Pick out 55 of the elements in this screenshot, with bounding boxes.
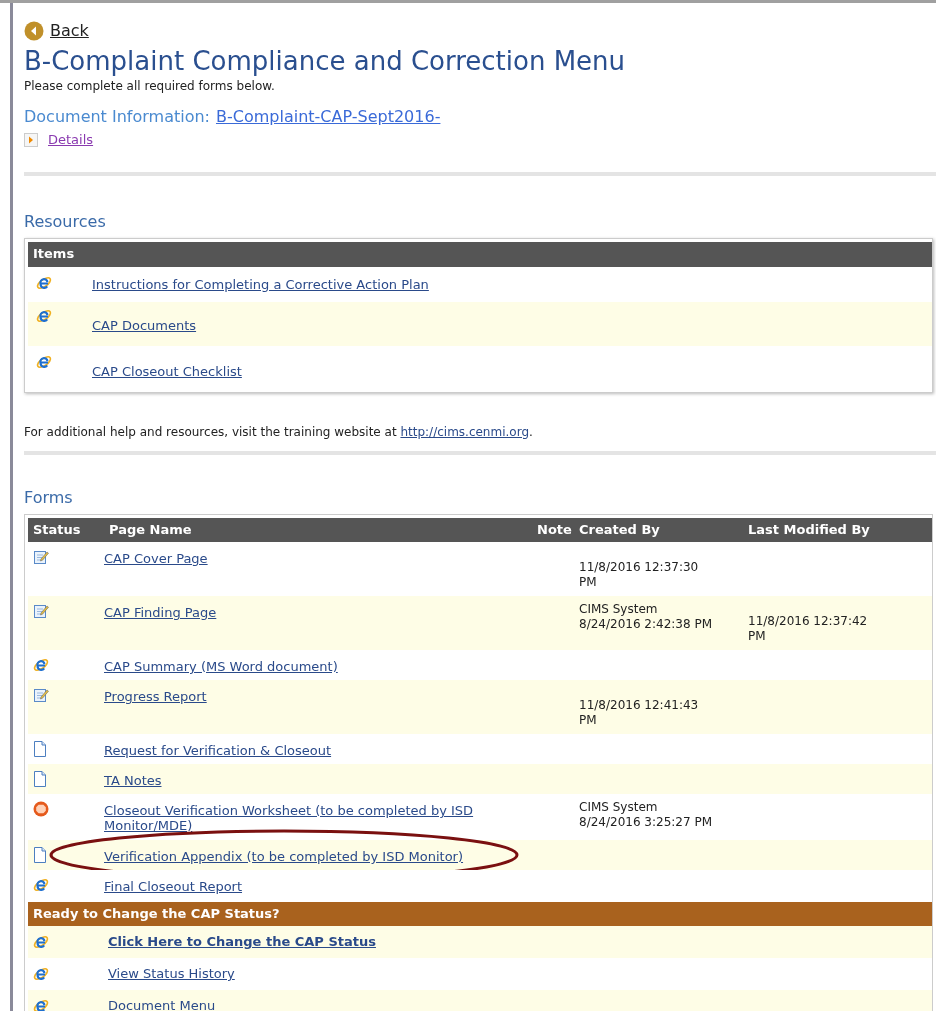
browser-icon bbox=[33, 877, 49, 893]
stop-icon bbox=[33, 801, 49, 817]
document-info-label: Document Information: bbox=[24, 106, 210, 128]
column-header: Last Modified By bbox=[747, 521, 871, 540]
status-link[interactable]: Click Here to Change the CAP Status bbox=[108, 932, 376, 952]
column-header: Status bbox=[32, 521, 82, 540]
resource-link[interactable]: CAP Closeout Checklist bbox=[92, 361, 242, 381]
created-text: PM bbox=[579, 713, 598, 728]
table-header: Items bbox=[28, 241, 932, 267]
edit-page-icon bbox=[33, 603, 49, 619]
created-text: PM bbox=[579, 575, 598, 590]
form-link[interactable]: CAP Finding Page bbox=[104, 605, 532, 644]
status-link[interactable]: Document Menu bbox=[108, 996, 216, 1011]
status-link[interactable]: View Status History bbox=[108, 964, 235, 984]
form-link[interactable]: Progress Report bbox=[104, 689, 532, 728]
created-text: CIMS System bbox=[579, 602, 659, 617]
modified-text: PM bbox=[748, 629, 767, 644]
resource-link[interactable]: CAP Documents bbox=[92, 316, 197, 336]
form-link[interactable]: CAP Summary (MS Word document) bbox=[104, 659, 532, 674]
form-link[interactable]: Request for Verification & Closeout bbox=[104, 743, 532, 758]
browser-icon bbox=[36, 353, 52, 370]
page-subtitle: Please complete all required forms below. bbox=[24, 78, 276, 95]
document-icon bbox=[33, 847, 47, 863]
created-text: 8/24/2016 2:42:38 PM bbox=[579, 617, 713, 632]
status-section-header: Ready to Change the CAP Status? bbox=[28, 902, 932, 926]
back-link[interactable]: Back bbox=[24, 19, 922, 43]
document-icon bbox=[33, 771, 47, 787]
created-text: CIMS System bbox=[579, 800, 659, 815]
document-link[interactable]: B-Complaint-CAP-Sept2016- bbox=[216, 105, 441, 129]
edit-page-icon bbox=[33, 687, 49, 703]
details-link[interactable]: Details bbox=[48, 130, 94, 150]
document-icon bbox=[33, 741, 47, 757]
column-header: Created By bbox=[578, 521, 661, 540]
browser-icon bbox=[36, 308, 52, 324]
page-title: B-Complaint Compliance and Correction Menu bbox=[24, 45, 627, 77]
browser-icon bbox=[33, 998, 49, 1011]
section-heading: Resources bbox=[24, 210, 107, 233]
browser-icon bbox=[36, 274, 52, 291]
column-header: Note bbox=[536, 521, 573, 540]
form-link[interactable]: CAP Cover Page bbox=[104, 551, 532, 590]
created-text: 8/24/2016 3:25:27 PM bbox=[579, 815, 713, 830]
form-link[interactable]: Closeout Verification Worksheet (to be completed by ISD Monitor/MDE) bbox=[104, 803, 532, 834]
help-text: For additional help and resources, visit the training website at http://cims.cenmi.org. bbox=[24, 424, 534, 441]
edit-page-icon bbox=[33, 549, 49, 565]
form-link[interactable]: Final Closeout Report bbox=[104, 879, 532, 894]
created-text: 11/8/2016 12:41:43 bbox=[579, 698, 700, 713]
modified-text: 11/8/2016 12:37:42 bbox=[748, 614, 869, 629]
column-header: Page Name bbox=[108, 521, 193, 540]
browser-icon bbox=[33, 934, 49, 950]
section-heading: Forms bbox=[24, 487, 74, 509]
training-website-link[interactable]: http://cims.cenmi.org bbox=[400, 425, 529, 439]
created-text: 11/8/2016 12:37:30 bbox=[579, 560, 700, 575]
resource-link[interactable]: Instructions for Completing a Corrective Action Plan bbox=[92, 274, 429, 294]
browser-icon bbox=[33, 966, 49, 982]
browser-icon bbox=[33, 657, 49, 673]
